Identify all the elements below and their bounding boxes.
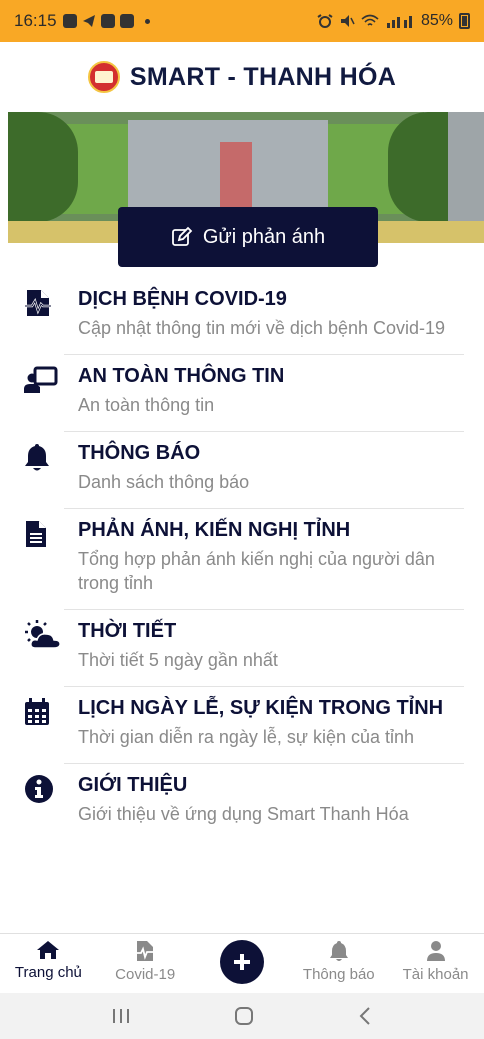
app-header: SMART - THANH HÓA <box>0 42 484 112</box>
menu-item-notifications[interactable]: THÔNG BÁO Danh sách thông báo <box>0 432 484 509</box>
covid-report-icon <box>25 290 51 316</box>
zalo-icon <box>100 14 115 28</box>
user-icon <box>426 941 445 961</box>
nav-home[interactable]: Trang chủ <box>0 934 97 981</box>
menu-item-title: GIỚI THIỆU <box>78 774 188 796</box>
menu-item-subtitle: Cập nhật thông tin mới về dịch bệnh Covi… <box>78 318 446 338</box>
menu-item-title: PHẢN ÁNH, KIẾN NGHỊ TỈNH <box>78 519 351 541</box>
menu-item-subtitle: An toàn thông tin <box>78 395 215 415</box>
telegram-icon <box>82 15 95 27</box>
notification-icons <box>62 14 150 28</box>
status-bar: 16:15 85% <box>0 0 484 42</box>
nav-account[interactable]: Tài khoản <box>387 934 484 983</box>
message-icon <box>119 14 134 28</box>
menu-item-title: LỊCH NGÀY LỄ, SỰ KIỆN TRONG TỈNH <box>78 697 444 719</box>
status-time: 16:15 <box>14 11 57 30</box>
nav-account-label: Tài khoản <box>402 966 469 983</box>
mute-icon <box>340 15 355 27</box>
info-icon <box>25 775 53 803</box>
covid-report-icon <box>135 941 156 961</box>
bottom-navigation: Trang chủ Covid-19 Thông báo Tài khoản <box>0 933 484 993</box>
presentation-user-icon <box>24 366 58 393</box>
app-title: SMART - THANH HÓA <box>129 62 397 91</box>
menu-item-subtitle: Danh sách thông báo <box>78 472 250 492</box>
menu-item-provincial-feedback[interactable]: PHẢN ÁNH, KIẾN NGHỊ TỈNH Tổng hợp phản á… <box>0 509 484 610</box>
app-notification-icon <box>62 14 77 28</box>
menu-item-about[interactable]: GIỚI THIỆU Giới thiệu về ứng dụng Smart … <box>0 764 484 840</box>
home-icon <box>37 941 60 959</box>
battery-icon <box>459 13 470 29</box>
menu-item-subtitle: Giới thiệu về ứng dụng Smart Thanh Hóa <box>78 804 409 824</box>
menu-item-subtitle: Thời tiết 5 ngày gần nhất <box>78 650 278 670</box>
menu-item-information-security[interactable]: AN TOÀN THÔNG TIN An toàn thông tin <box>0 355 484 432</box>
menu-item-subtitle: Tổng hợp phản ánh kiến nghị của người dâ… <box>78 549 435 593</box>
add-button[interactable] <box>219 940 264 984</box>
menu-item-subtitle: Thời gian diễn ra ngày lễ, sự kiện của t… <box>78 727 415 747</box>
status-right: 85% <box>317 12 470 30</box>
signal-icon <box>386 16 412 28</box>
nav-notifications[interactable]: Thông báo <box>290 934 387 983</box>
nav-notifications-label: Thông báo <box>302 966 375 983</box>
plus-icon <box>233 954 250 970</box>
nav-home-label: Trang chủ <box>14 964 82 981</box>
app-logo <box>87 61 120 93</box>
wifi-icon <box>361 14 379 26</box>
back-icon[interactable] <box>357 1006 373 1026</box>
more-dot-icon <box>144 18 150 24</box>
alarm-icon <box>317 14 333 28</box>
menu-item-title: THỜI TIẾT <box>78 620 177 642</box>
bell-icon <box>329 941 348 961</box>
menu-item-weather[interactable]: THỜI TIẾT Thời tiết 5 ngày gần nhất <box>0 610 484 687</box>
menu-item-title: DỊCH BỆNH COVID-19 <box>78 288 287 310</box>
weather-icon <box>25 620 61 649</box>
system-navigation-bar <box>0 993 484 1039</box>
edit-icon <box>171 226 193 246</box>
menu-item-holiday-calendar[interactable]: LỊCH NGÀY LỄ, SỰ KIỆN TRONG TỈNH Thời gi… <box>0 687 484 764</box>
menu-item-title: THÔNG BÁO <box>78 442 201 464</box>
feature-menu: DỊCH BỆNH COVID-19 Cập nhật thông tin mớ… <box>0 278 484 840</box>
menu-item-covid[interactable]: DỊCH BỆNH COVID-19 Cập nhật thông tin mớ… <box>0 278 484 355</box>
nav-add <box>194 934 291 984</box>
send-report-label: Gửi phản ánh <box>202 225 326 248</box>
document-icon <box>26 521 46 547</box>
send-report-button[interactable]: Gửi phản ánh <box>118 207 378 267</box>
recent-apps-icon[interactable] <box>111 1007 131 1025</box>
status-left: 16:15 <box>14 11 150 31</box>
battery-percentage: 85% <box>420 12 453 29</box>
calendar-icon <box>25 698 49 725</box>
bell-icon <box>25 444 49 471</box>
nav-covid-label: Covid-19 <box>115 966 176 983</box>
home-button-icon[interactable] <box>233 1005 255 1027</box>
menu-item-title: AN TOÀN THÔNG TIN <box>78 365 285 387</box>
nav-covid[interactable]: Covid-19 <box>97 934 194 983</box>
